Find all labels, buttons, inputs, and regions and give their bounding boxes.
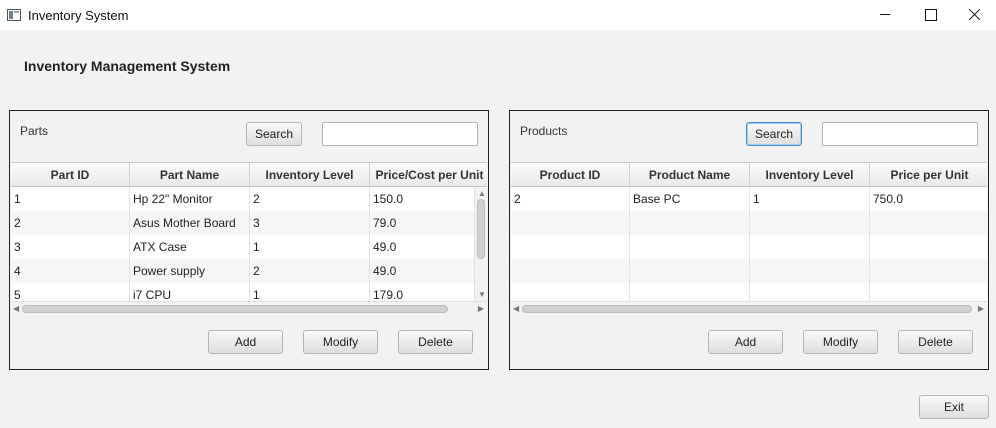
column-header-product-id[interactable]: Product ID [511,163,630,187]
table-cell: 750.0 [870,187,987,211]
delete-part-button[interactable]: Delete [398,330,473,354]
table-cell: 3 [250,211,370,235]
table-row [511,259,987,283]
table-cell: 150.0 [370,187,487,211]
scroll-up-icon[interactable]: ▲ [478,190,486,198]
scroll-right-icon[interactable]: ▶ [478,304,484,313]
table-cell: Power supply [130,259,250,283]
scrollbar-thumb[interactable] [22,305,448,313]
table-cell: 2 [11,211,130,235]
table-row [511,211,987,235]
column-header-part-id[interactable]: Part ID [11,163,130,187]
parts-label: Parts [20,124,49,138]
delete-product-button[interactable]: Delete [898,330,973,354]
table-cell: 49.0 [370,235,487,259]
table-cell: Asus Mother Board [130,211,250,235]
app-window-icon [7,9,21,21]
parts-table-header: Part ID Part Name Inventory Level Price/… [11,163,487,187]
table-row [511,235,987,259]
window-title: Inventory System [28,8,129,23]
table-cell: ATX Case [130,235,250,259]
parts-horizontal-scrollbar[interactable]: ◀ ▶ [11,301,487,314]
scrollbar-thumb[interactable] [477,199,485,259]
table-cell [870,259,987,283]
table-cell: 2 [250,187,370,211]
products-table-header: Product ID Product Name Inventory Level … [511,163,987,187]
scroll-right-icon[interactable]: ▶ [978,304,984,313]
products-search-button[interactable]: Search [746,122,802,146]
table-cell [511,211,630,235]
modify-part-button[interactable]: Modify [303,330,378,354]
table-cell [750,259,870,283]
scrollbar-thumb[interactable] [522,305,972,313]
parts-search-button[interactable]: Search [246,122,302,146]
parts-vertical-scrollbar[interactable]: ▲ ▼ [474,187,487,301]
table-cell: Hp 22" Monitor [130,187,250,211]
table-cell: Base PC [630,187,750,211]
table-cell [630,211,750,235]
column-header-price[interactable]: Price per Unit [870,163,987,187]
products-table-body: 2 Base PC 1 750.0 [511,187,987,307]
column-header-inventory-level[interactable]: Inventory Level [250,163,370,187]
products-panel: Products Search Product ID Product Name … [509,110,989,370]
title-bar: Inventory System [0,0,996,30]
table-cell: 4 [11,259,130,283]
table-cell [750,235,870,259]
page-title: Inventory Management System [24,58,231,74]
table-cell: 49.0 [370,259,487,283]
table-row[interactable]: 2 Base PC 1 750.0 [511,187,987,211]
scroll-down-icon[interactable]: ▼ [478,291,486,299]
parts-table: Part ID Part Name Inventory Level Price/… [11,162,487,314]
table-cell: 1 [11,187,130,211]
table-cell [870,211,987,235]
parts-table-body: 1 Hp 22" Monitor 2 150.0 2 Asus Mother B… [11,187,487,307]
close-icon[interactable] [952,0,996,30]
table-cell [630,259,750,283]
table-cell [870,235,987,259]
parts-search-input[interactable] [322,122,478,146]
add-part-button[interactable]: Add [208,330,283,354]
table-cell: 2 [250,259,370,283]
table-cell: 1 [250,235,370,259]
table-row[interactable]: 2 Asus Mother Board 3 79.0 [11,211,487,235]
products-table: Product ID Product Name Inventory Level … [511,162,987,314]
products-horizontal-scrollbar[interactable]: ◀ ▶ [511,301,987,314]
table-row[interactable]: 4 Power supply 2 49.0 [11,259,487,283]
scroll-left-icon[interactable]: ◀ [13,304,19,313]
column-header-price[interactable]: Price/Cost per Unit [370,163,487,187]
maximize-icon[interactable] [908,0,954,30]
table-row[interactable]: 3 ATX Case 1 49.0 [11,235,487,259]
products-search-input[interactable] [822,122,978,146]
table-row[interactable]: 1 Hp 22" Monitor 2 150.0 [11,187,487,211]
table-cell [750,211,870,235]
exit-button[interactable]: Exit [919,395,989,419]
table-cell: 2 [511,187,630,211]
table-cell: 1 [750,187,870,211]
column-header-product-name[interactable]: Product Name [630,163,750,187]
modify-product-button[interactable]: Modify [803,330,878,354]
column-header-inventory-level[interactable]: Inventory Level [750,163,870,187]
table-cell [630,235,750,259]
products-label: Products [520,124,568,138]
table-cell: 3 [11,235,130,259]
table-cell [511,259,630,283]
parts-panel: Parts Search Part ID Part Name Inventory… [9,110,489,370]
column-header-part-name[interactable]: Part Name [130,163,250,187]
table-cell: 79.0 [370,211,487,235]
minimize-icon[interactable] [862,0,908,30]
table-cell [511,235,630,259]
scroll-left-icon[interactable]: ◀ [513,304,519,313]
add-product-button[interactable]: Add [708,330,783,354]
